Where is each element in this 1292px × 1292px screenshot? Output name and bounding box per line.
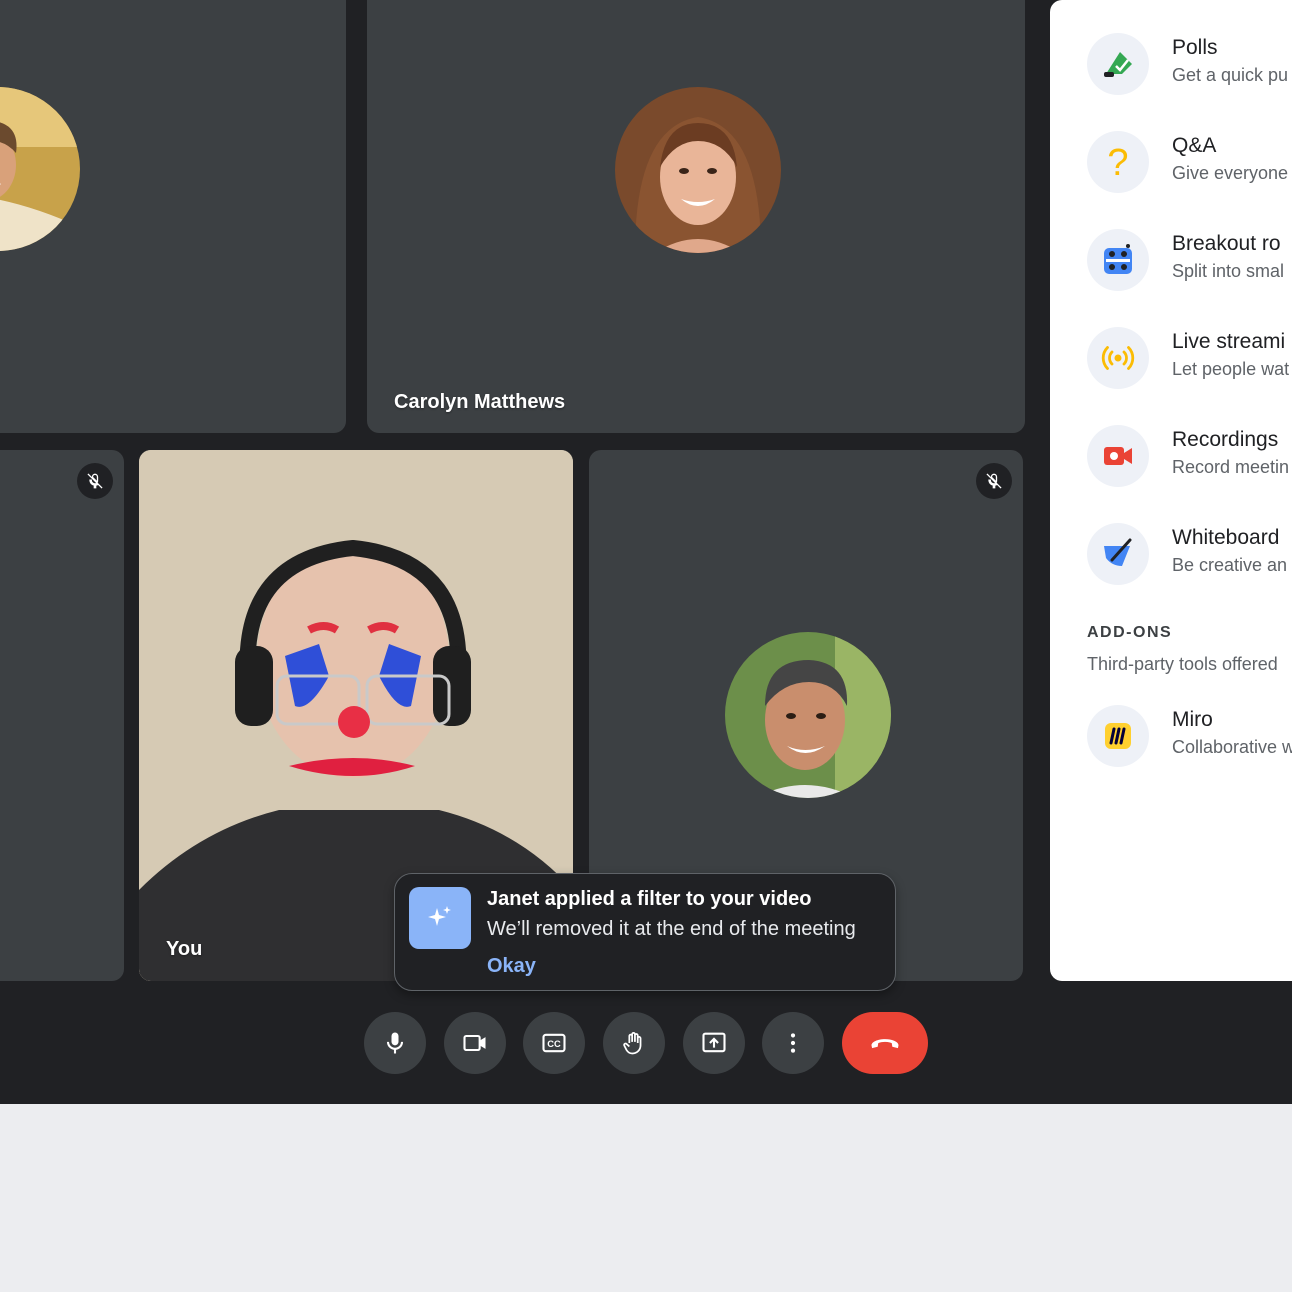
participant-tile-carolyn[interactable]: Carolyn Matthews: [367, 0, 1025, 433]
present-icon: [702, 1032, 726, 1053]
present-button[interactable]: [683, 1012, 745, 1074]
svg-text:CC: CC: [547, 1039, 561, 1049]
activity-title: Breakout ro: [1172, 232, 1281, 255]
whiteboard-icon: [1087, 523, 1149, 585]
mic-off-indicator: [77, 463, 113, 499]
activity-title: Whiteboard: [1172, 526, 1280, 549]
addon-title: Miro: [1172, 708, 1213, 731]
addon-miro[interactable]: Miro Collaborative w: [1087, 705, 1292, 769]
activity-recordings[interactable]: Recordings Record meetin: [1087, 425, 1292, 489]
activity-description: Be creative an: [1172, 555, 1288, 575]
microphone-button[interactable]: [364, 1012, 426, 1074]
camera-button[interactable]: [444, 1012, 506, 1074]
activity-qa[interactable]: ? Q&A Give everyone: [1087, 131, 1292, 195]
participant-name: You: [166, 938, 203, 960]
mic-off-icon: [986, 473, 1002, 489]
activity-title: Polls: [1172, 36, 1218, 59]
svg-text:?: ?: [1107, 142, 1128, 182]
sparkle-icon: [409, 887, 471, 949]
hang-up-icon: [871, 1039, 899, 1049]
activity-description: Get a quick pu: [1172, 65, 1289, 85]
addons-description: Third-party tools offered: [1087, 654, 1278, 674]
end-call-button[interactable]: [842, 1012, 928, 1074]
polls-icon: [1087, 33, 1149, 95]
participant-avatar: [725, 632, 891, 798]
live-stream-icon: [1087, 327, 1149, 389]
participant-tile-top-left[interactable]: [0, 0, 346, 433]
qa-icon: ?: [1087, 131, 1149, 193]
toast-message: We’ll removed it at the end of the meeti…: [487, 918, 856, 940]
microphone-icon: [386, 1032, 404, 1054]
activity-whiteboard[interactable]: Whiteboard Be creative an: [1087, 523, 1292, 587]
recordings-icon: [1087, 425, 1149, 487]
mic-off-indicator: [976, 463, 1012, 499]
activity-breakout-rooms[interactable]: Breakout ro Split into smal: [1087, 229, 1292, 293]
addons-heading: ADD-ONS: [1087, 624, 1173, 641]
activity-title: Live streami: [1172, 330, 1286, 353]
activity-title: Recordings: [1172, 428, 1279, 451]
activity-live-streaming[interactable]: Live streami Let people wat: [1087, 327, 1292, 391]
filter-notification-toast: Janet applied a filter to your video We’…: [394, 873, 896, 991]
breakout-icon: [1087, 229, 1149, 291]
addon-description: Collaborative w: [1172, 737, 1292, 757]
hand-icon: [623, 1032, 642, 1055]
mic-off-icon: [87, 473, 103, 489]
participant-name: Carolyn Matthews: [394, 391, 566, 413]
toast-okay-button[interactable]: Okay: [487, 955, 536, 978]
activities-panel: Polls Get a quick pu ? Q&A Give everyone…: [1050, 0, 1292, 981]
participant-tile-bottom-left[interactable]: [0, 450, 124, 981]
toast-title: Janet applied a filter to your video: [487, 888, 812, 910]
participant-avatar: [0, 87, 80, 251]
captions-icon: CC: [542, 1033, 566, 1053]
camera-icon: [463, 1034, 486, 1052]
activity-description: Split into smal: [1172, 261, 1285, 281]
activity-description: Let people wat: [1172, 359, 1290, 379]
more-vert-icon: [790, 1033, 796, 1053]
activity-title: Q&A: [1172, 134, 1217, 157]
activity-polls[interactable]: Polls Get a quick pu: [1087, 33, 1292, 97]
captions-button[interactable]: CC: [523, 1012, 585, 1074]
participant-avatar: [615, 87, 781, 253]
miro-icon: [1087, 705, 1149, 767]
raise-hand-button[interactable]: [603, 1012, 665, 1074]
activity-description: Give everyone: [1172, 163, 1289, 183]
more-options-button[interactable]: [762, 1012, 824, 1074]
activity-description: Record meetin: [1172, 457, 1290, 477]
